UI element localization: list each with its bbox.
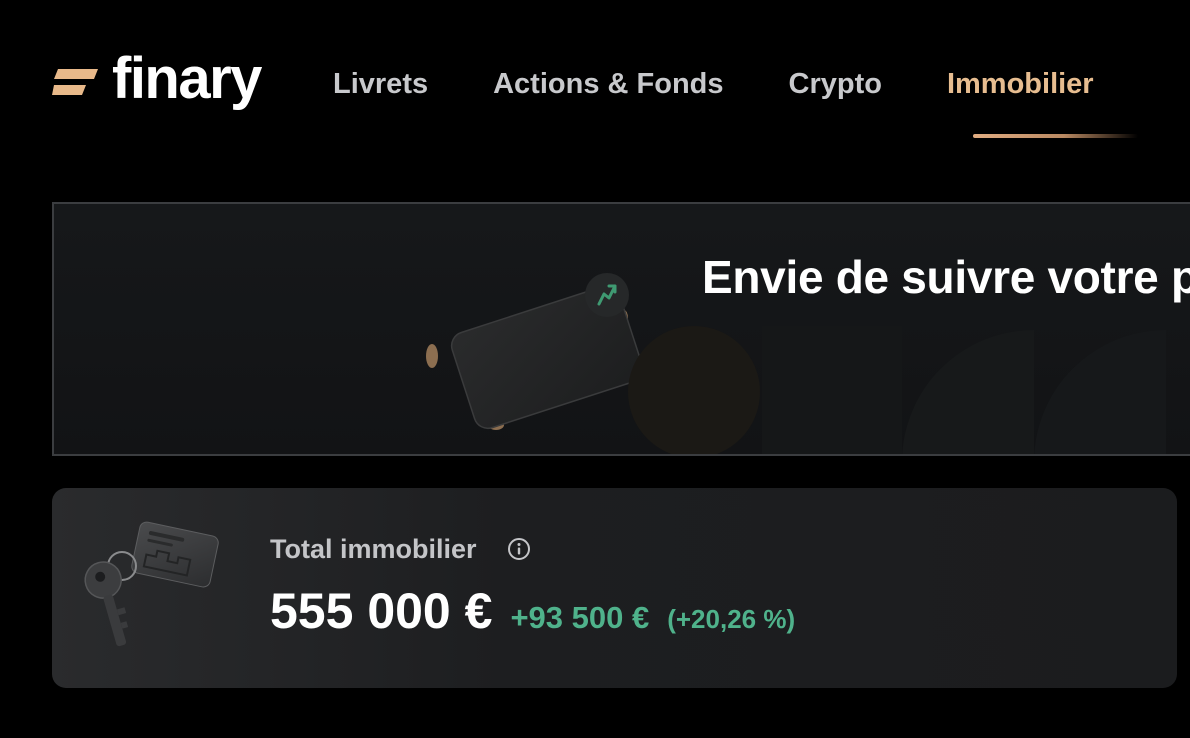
info-icon[interactable] — [507, 537, 531, 561]
category-tabs: Livrets Actions & Fonds Crypto Immobilie… — [333, 62, 1094, 106]
tab-immobilier[interactable]: Immobilier — [947, 68, 1094, 101]
promo-banner[interactable]: Envie de suivre votre p — [52, 202, 1190, 456]
real-estate-page: finary Livrets Actions & Fonds Crypto Im… — [0, 0, 1190, 738]
tab-crypto[interactable]: Crypto — [789, 68, 882, 101]
total-gain-percent: (+20,26 %) — [667, 604, 796, 634]
keys-icon — [84, 521, 219, 647]
total-amount: 555 000 € — [270, 583, 493, 639]
total-values: 555 000 € +93 500 € (+20,26 %) — [270, 582, 795, 640]
active-tab-indicator — [973, 134, 1138, 138]
finary-logo[interactable]: finary — [52, 46, 262, 116]
tab-livrets[interactable]: Livrets — [333, 68, 428, 101]
total-gain: +93 500 € — [510, 600, 650, 635]
finary-logo-icon — [52, 69, 98, 95]
brand-name: finary — [112, 46, 262, 111]
total-real-estate-card: Total immobilier 555 000 € +93 500 € (+2… — [52, 488, 1177, 688]
banner-decoration — [628, 326, 1166, 454]
banner-title: Envie de suivre votre p — [702, 251, 1190, 303]
growth-card-illustration — [426, 273, 644, 430]
tab-actions-fonds[interactable]: Actions & Fonds — [493, 68, 723, 101]
total-label: Total immobilier — [270, 534, 477, 564]
